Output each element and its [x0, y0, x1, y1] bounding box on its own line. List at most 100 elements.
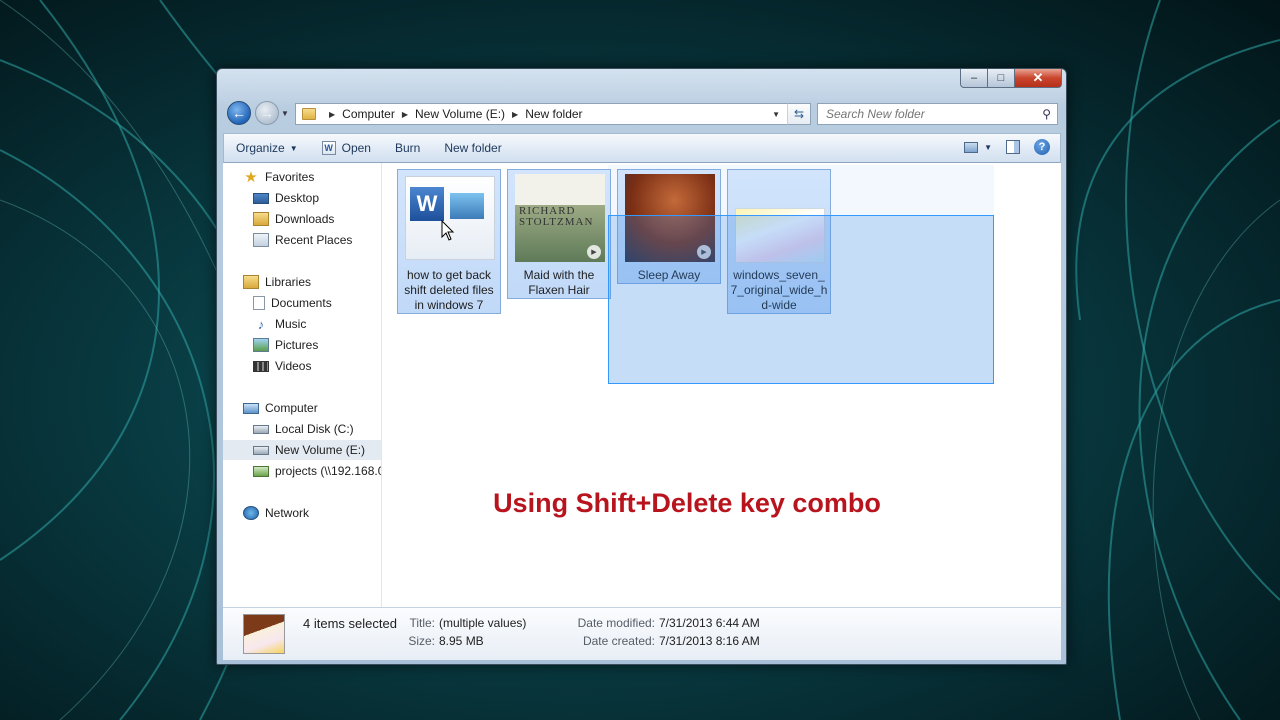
address-dropdown-icon[interactable]: ▼	[772, 110, 780, 119]
file-item-windows-wallpaper[interactable]: windows_seven_7_original_wide_hd-wide	[727, 169, 831, 314]
file-item-maid-with-the-flaxen-hair[interactable]: RICHARD STOLTZMAN ▶ Maid with the Flaxen…	[507, 169, 611, 299]
open-button[interactable]: W Open	[321, 141, 371, 155]
caret-down-icon: ▼	[289, 143, 298, 153]
address-bar[interactable]: ▶ Computer ▶ New Volume (E:) ▶ New folde…	[295, 103, 811, 125]
organize-button[interactable]: Organize ▼	[236, 141, 298, 155]
search-input[interactable]	[826, 107, 1036, 121]
nav-videos[interactable]: Videos	[223, 356, 381, 376]
word-icon: W	[410, 187, 444, 221]
command-bar-right: ▼ ?	[964, 139, 1050, 155]
nav-documents[interactable]: Documents	[223, 293, 381, 313]
title-value[interactable]: (multiple values)	[439, 616, 526, 630]
network-icon	[243, 506, 259, 520]
new-folder-label: New folder	[444, 141, 502, 155]
change-view-icon[interactable]	[964, 141, 979, 153]
network-drive-icon	[253, 465, 269, 477]
music-icon: ♪	[257, 316, 265, 332]
breadcrumb-new-folder[interactable]: New folder	[525, 107, 582, 121]
nav-computer[interactable]: Computer	[223, 398, 381, 418]
nav-favorites-label: Favorites	[265, 170, 315, 184]
close-button[interactable]: ✕	[1015, 69, 1062, 88]
nav-downloads[interactable]: Downloads	[223, 209, 381, 229]
burn-button[interactable]: Burn	[395, 141, 420, 155]
image-icon	[450, 193, 484, 219]
star-icon: ★	[244, 169, 258, 186]
nav-new-volume-label: New Volume (E:)	[275, 443, 366, 457]
explorer-window: – □ ✕ ← → ▼ ▶ Computer ▶ New Volume (E:)…	[216, 68, 1067, 665]
new-folder-button[interactable]: New folder	[444, 141, 501, 155]
computer-icon	[243, 402, 259, 414]
overlay-caption: Using Shift+Delete key combo	[493, 488, 881, 518]
nav-documents-label: Documents	[271, 296, 332, 310]
date-created-value[interactable]: 7/31/2013 8:16 AM	[659, 634, 760, 648]
pictures-icon	[253, 338, 269, 352]
word-icon: W	[321, 141, 336, 155]
nav-local-disk-label: Local Disk (C:)	[275, 422, 354, 436]
nav-local-disk-c[interactable]: Local Disk (C:)	[223, 419, 381, 439]
size-label: Size:	[408, 634, 435, 648]
view-dropdown-icon[interactable]: ▼	[984, 143, 992, 152]
videos-icon	[253, 360, 269, 372]
nav-desktop[interactable]: Desktop	[223, 188, 381, 208]
documents-icon	[253, 296, 265, 310]
breadcrumb-new-volume[interactable]: New Volume (E:)	[415, 107, 505, 121]
nav-libraries[interactable]: Libraries	[223, 272, 381, 292]
image-thumbnail	[735, 208, 825, 263]
date-modified-value[interactable]: 7/31/2013 6:44 AM	[659, 616, 760, 630]
chevron-right-icon[interactable]: ▶	[329, 110, 335, 119]
recent-pages-dropdown[interactable]: ▼	[281, 109, 289, 118]
play-icon[interactable]: ▶	[587, 245, 601, 259]
nav-projects-label: projects (\\192.168.0	[275, 464, 382, 478]
nav-recent-places[interactable]: Recent Places	[223, 230, 381, 250]
caption-buttons: – □ ✕	[960, 69, 1062, 88]
file-list-area[interactable]: W how to get back shift deleted files in…	[382, 163, 1061, 607]
recent-places-icon	[253, 233, 269, 247]
nav-network-label: Network	[265, 506, 310, 520]
file-name: how to get back shift deleted files in w…	[404, 268, 494, 312]
nav-network[interactable]: Network	[223, 503, 381, 523]
nav-favorites[interactable]: ★ Favorites	[223, 167, 381, 187]
play-icon[interactable]: ▶	[697, 245, 711, 259]
organize-label: Organize	[236, 141, 285, 155]
nav-projects-share[interactable]: projects (\\192.168.0	[223, 461, 382, 481]
nav-recent-places-label: Recent Places	[275, 233, 353, 247]
search-icon[interactable]: ⚲	[1042, 107, 1051, 121]
navigation-pane: ★ Favorites Desktop Downloads Recent Pla…	[223, 163, 382, 607]
file-name: Maid with the Flaxen Hair	[523, 268, 595, 297]
breadcrumb-computer[interactable]: Computer	[342, 107, 395, 121]
preview-pane-icon[interactable]	[1006, 140, 1020, 154]
mouse-cursor-icon	[441, 220, 455, 241]
downloads-folder-icon	[253, 212, 269, 226]
help-icon[interactable]: ?	[1034, 139, 1050, 155]
nav-pictures-label: Pictures	[275, 338, 319, 352]
arrow-right-icon: →	[260, 105, 274, 121]
nav-libraries-label: Libraries	[265, 275, 312, 289]
word-document-thumbnail: W	[405, 176, 495, 260]
nav-music[interactable]: ♪ Music	[223, 314, 381, 334]
libraries-icon	[243, 275, 259, 289]
nav-music-label: Music	[275, 317, 307, 331]
arrow-left-icon: ←	[232, 105, 246, 121]
minimize-button[interactable]: –	[960, 69, 988, 88]
refresh-icon: ⇆	[793, 107, 805, 121]
nav-computer-label: Computer	[265, 401, 318, 415]
refresh-button[interactable]: ⇆	[787, 103, 811, 125]
folder-icon	[302, 108, 316, 120]
selection-thumbnail	[243, 614, 285, 654]
burn-label: Burn	[394, 141, 421, 155]
title-label: Title:	[409, 616, 435, 630]
maximize-button[interactable]: □	[988, 69, 1015, 88]
back-button[interactable]: ←	[227, 101, 251, 125]
file-name: windows_seven_7_original_wide_hd-wide	[730, 268, 828, 312]
nav-pictures[interactable]: Pictures	[223, 335, 381, 355]
forward-button[interactable]: →	[255, 101, 279, 125]
chevron-right-icon[interactable]: ▶	[402, 110, 408, 119]
album-art-thumbnail: ▶	[625, 174, 715, 262]
album-art-text: RICHARD STOLTZMAN	[519, 205, 594, 228]
nav-new-volume-e[interactable]: New Volume (E:)	[223, 440, 381, 460]
command-bar: Organize ▼ W Open Burn New folder ▼ ?	[223, 133, 1061, 163]
search-box[interactable]: ⚲	[817, 103, 1058, 125]
chevron-right-icon[interactable]: ▶	[512, 110, 518, 119]
file-item-sleep-away[interactable]: ▶ Sleep Away	[617, 169, 721, 284]
open-label: Open	[341, 141, 371, 155]
